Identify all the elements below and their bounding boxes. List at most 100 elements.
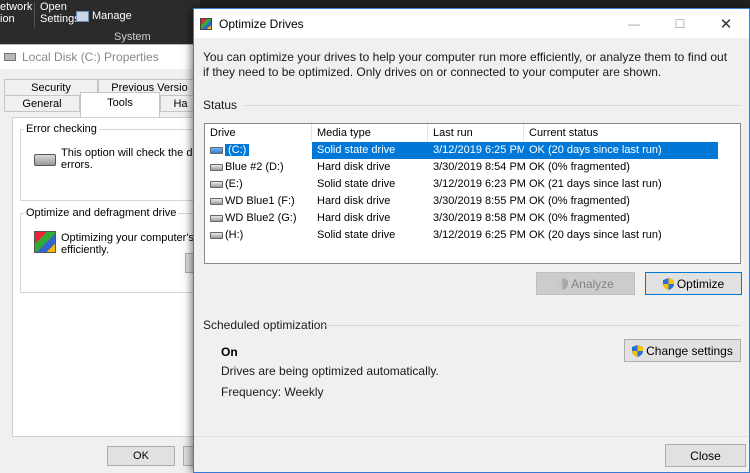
- drives-list-header: Drive Media type Last run Current status: [205, 124, 740, 142]
- last-run-cell: 3/30/2019 8:54 PM: [433, 161, 526, 173]
- status-cell: OK (21 days since last run): [529, 178, 662, 190]
- properties-title: Local Disk (C:) Properties: [22, 50, 159, 64]
- tab-tools[interactable]: Tools: [80, 92, 160, 117]
- analyze-button[interactable]: Analyze: [536, 272, 635, 295]
- hard-drive-icon: [34, 154, 56, 166]
- close-label: Close: [690, 448, 721, 463]
- error-checking-title: Error checking: [24, 123, 99, 135]
- window-title: Optimize Drives: [219, 16, 304, 31]
- explorer-ribbon: etwork ion Open Settings Manage System: [0, 0, 200, 44]
- last-run-cell: 3/12/2019 6:25 PM: [433, 229, 526, 241]
- last-run-cell: 3/30/2019 8:55 PM: [433, 195, 526, 207]
- drive-name: WD Blue1 (F:): [225, 195, 295, 207]
- drive-icon: [210, 164, 223, 171]
- drive-icon: [210, 181, 223, 188]
- drive-icon: [210, 232, 223, 239]
- drive-name: WD Blue2 (G:): [225, 212, 297, 224]
- tab-security-label: Security: [31, 82, 71, 94]
- drive-row-h[interactable]: (H:) Solid state drive 3/12/2019 6:25 PM…: [205, 227, 740, 244]
- ribbon-network-label-1: etwork: [0, 1, 33, 13]
- column-header-last-run[interactable]: Last run: [428, 124, 524, 142]
- ribbon-network-label-2: ion: [0, 13, 15, 25]
- column-header-drive[interactable]: Drive: [205, 124, 312, 142]
- status-section-label: Status: [203, 98, 238, 112]
- change-settings-button[interactable]: Change settings: [624, 339, 741, 362]
- drive-name: Blue #2 (D:): [225, 161, 284, 173]
- drive-name: (C:): [225, 144, 250, 156]
- tab-hardware-label: Ha: [173, 98, 188, 110]
- drive-row-e[interactable]: (E:) Solid state drive 3/12/2019 6:23 PM…: [205, 176, 740, 193]
- schedule-frequency: Frequency: Weekly: [221, 385, 324, 399]
- drive-cell: (E:): [205, 176, 312, 193]
- status-cell: OK (20 days since last run): [529, 229, 662, 241]
- uac-shield-icon: [662, 277, 674, 290]
- error-checking-group: Error checking This option will check th…: [20, 123, 222, 201]
- last-run-cell: 3/30/2019 8:58 PM: [433, 212, 526, 224]
- drive-icon: [4, 53, 16, 61]
- last-run-cell: 3/12/2019 6:23 PM: [433, 178, 526, 190]
- drive-row-g[interactable]: WD Blue2 (G:) Hard disk drive 3/30/2019 …: [205, 210, 740, 227]
- minimize-button[interactable]: —: [611, 9, 657, 38]
- maximize-button[interactable]: ☐: [657, 9, 703, 38]
- column-header-media-type[interactable]: Media type: [312, 124, 428, 142]
- optimize-drives-app-icon: [200, 17, 212, 30]
- optimize-label: Optimize: [676, 276, 725, 291]
- schedule-description: Drives are being optimized automatically…: [221, 364, 439, 378]
- media-type-cell: Hard disk drive: [317, 161, 391, 173]
- media-type-cell: Hard disk drive: [317, 212, 391, 224]
- uac-shield-icon: [557, 277, 569, 290]
- optimize-text-2: efficiently.: [61, 244, 109, 256]
- tab-general-label: General: [22, 98, 62, 110]
- ribbon-open-label: Open: [40, 1, 67, 13]
- ribbon-manage-button[interactable]: Manage: [76, 10, 132, 22]
- properties-ok-button[interactable]: OK: [107, 446, 175, 466]
- media-type-cell: Solid state drive: [317, 178, 396, 190]
- status-cell: OK (0% fragmented): [529, 161, 630, 173]
- optimize-defragment-group: Optimize and defragment drive Optimizing…: [20, 207, 221, 293]
- drive-cell: Blue #2 (D:): [205, 159, 312, 176]
- change-settings-label: Change settings: [646, 343, 733, 358]
- tab-general[interactable]: General: [4, 95, 80, 112]
- close-button[interactable]: Close: [665, 444, 746, 467]
- drive-icon: [210, 198, 223, 205]
- status-cell: OK (20 days since last run): [524, 142, 718, 159]
- close-window-button[interactable]: ✕: [703, 9, 749, 38]
- ribbon-network-item[interactable]: etwork ion: [0, 1, 32, 25]
- drive-row-c[interactable]: (C:) Solid state drive 3/12/2019 6:25 PM…: [205, 142, 740, 159]
- status-cell: OK (0% fragmented): [529, 212, 630, 224]
- ribbon-group-label: System: [114, 31, 151, 43]
- ribbon-separator: [34, 2, 35, 28]
- ok-button-label: OK: [133, 450, 149, 462]
- optimize-drives-window: Optimize Drives — ☐ ✕ You can optimize y…: [193, 8, 750, 473]
- optimize-button[interactable]: Optimize: [645, 272, 742, 295]
- drive-row-d[interactable]: Blue #2 (D:) Hard disk drive 3/30/2019 8…: [205, 159, 740, 176]
- ribbon-open-settings-button[interactable]: Open Settings: [40, 1, 80, 25]
- analyze-label: Analyze: [571, 276, 614, 291]
- media-type-cell: Solid state drive: [317, 229, 396, 241]
- drive-cell: WD Blue1 (F:): [205, 193, 312, 210]
- window-titlebar[interactable]: Optimize Drives — ☐ ✕: [194, 9, 749, 38]
- drive-cell: (C:): [205, 142, 312, 159]
- drive-name: (H:): [225, 229, 244, 241]
- tools-tab-panel: Error checking This option will check th…: [12, 117, 222, 437]
- drive-cell: (H:): [205, 227, 312, 244]
- ribbon-manage-label: Manage: [92, 10, 132, 22]
- media-type-cell: Solid state drive: [312, 142, 428, 159]
- column-header-current-status[interactable]: Current status: [524, 124, 740, 142]
- last-run-cell: 3/12/2019 6:25 PM: [428, 142, 526, 159]
- drives-list[interactable]: Drive Media type Last run Current status…: [204, 123, 741, 264]
- properties-titlebar: Local Disk (C:) Properties: [0, 45, 200, 69]
- schedule-state: On: [221, 345, 238, 359]
- windows-drive-icon: [210, 147, 223, 154]
- error-checking-text-2: errors.: [61, 159, 93, 171]
- drive-icon: [210, 215, 223, 222]
- optimize-defragment-title: Optimize and defragment drive: [24, 207, 179, 219]
- scheduled-section-label: Scheduled optimization: [203, 318, 328, 332]
- drive-row-f[interactable]: WD Blue1 (F:) Hard disk drive 3/30/2019 …: [205, 193, 740, 210]
- media-type-cell: Hard disk drive: [317, 195, 391, 207]
- ribbon-settings-label: Settings: [40, 13, 80, 25]
- tab-tools-label: Tools: [107, 97, 133, 109]
- drive-name: (E:): [225, 178, 243, 190]
- status-cell: OK (0% fragmented): [529, 195, 630, 207]
- status-divider: [244, 105, 741, 106]
